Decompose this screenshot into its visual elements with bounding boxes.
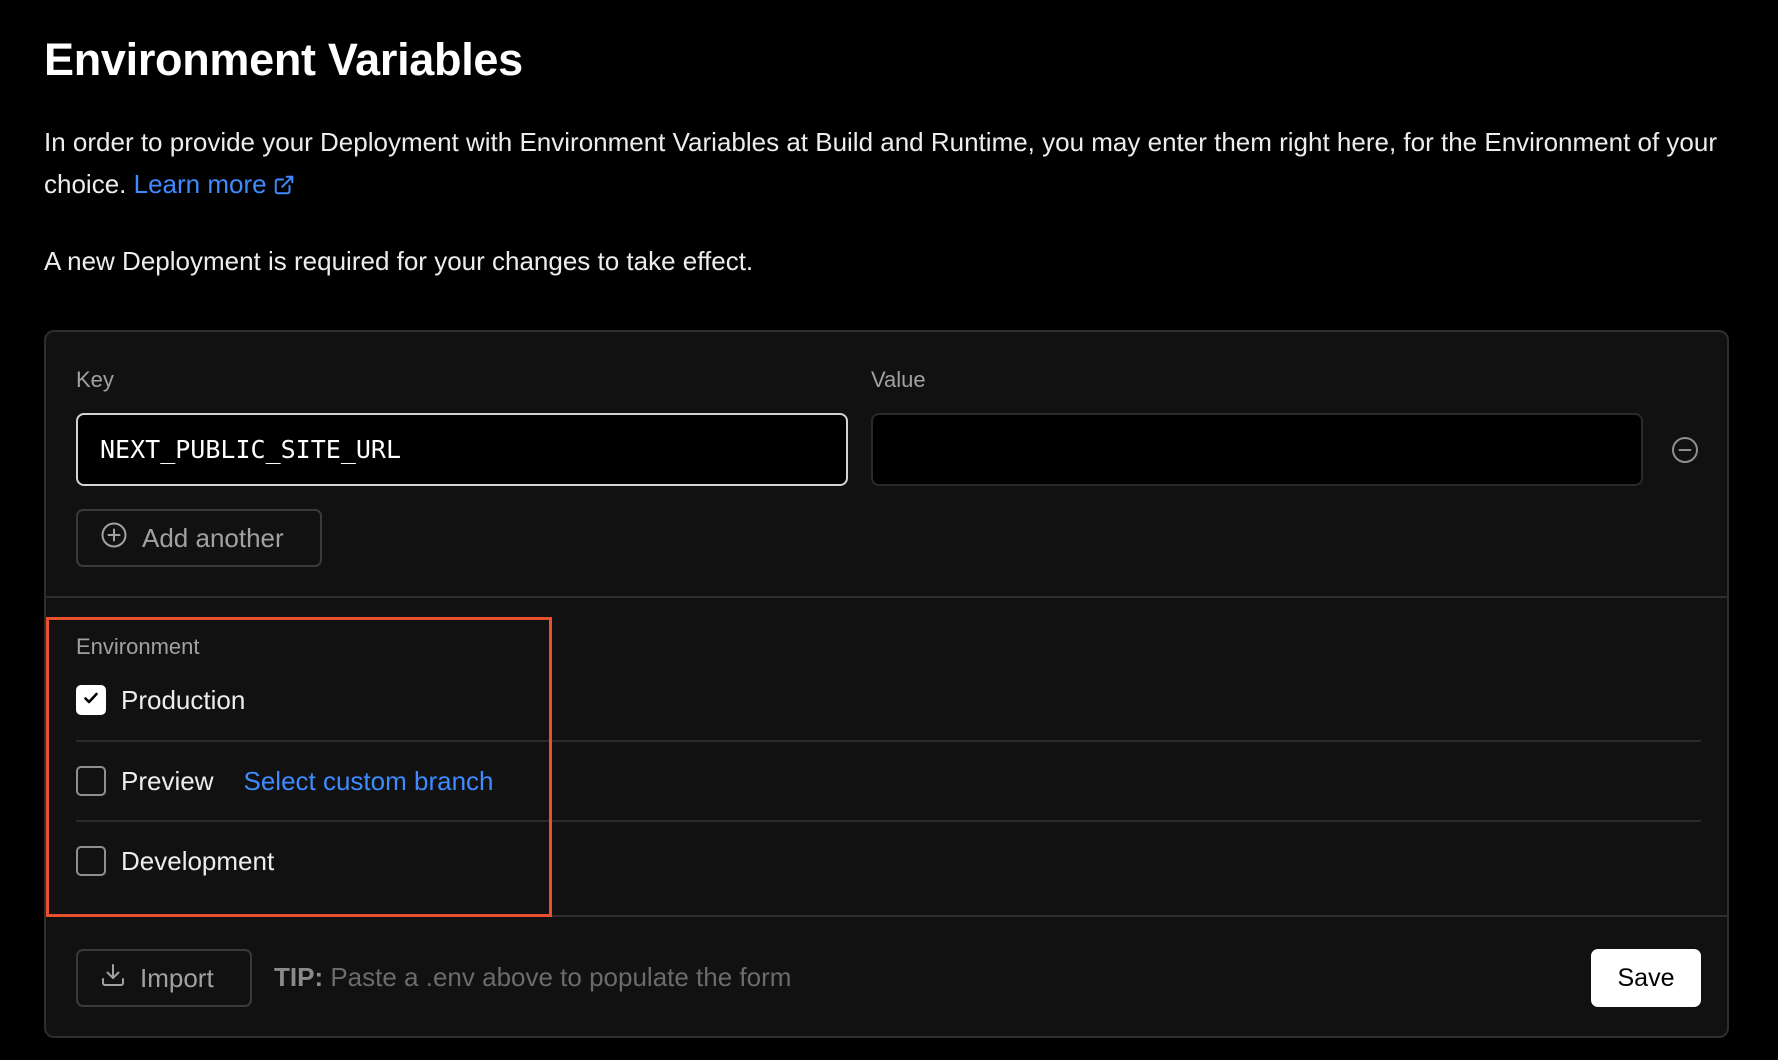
- learn-more-link[interactable]: Learn more: [134, 169, 295, 199]
- import-label: Import: [140, 962, 214, 993]
- tip-body: Paste a .env above to populate the form: [330, 962, 792, 992]
- production-label: Production: [121, 684, 246, 715]
- env-option-preview[interactable]: Preview Select custom branch: [76, 740, 1701, 820]
- learn-more-label: Learn more: [133, 169, 267, 199]
- tip-prefix: TIP:: [274, 962, 324, 992]
- env-option-development[interactable]: Development: [76, 820, 1701, 900]
- import-button[interactable]: Import: [76, 949, 252, 1007]
- preview-label: Preview: [121, 765, 214, 796]
- redeploy-note: A new Deployment is required for your ch…: [44, 246, 754, 276]
- plus-circle-icon: [100, 521, 128, 556]
- page-title: Environment Variables: [44, 34, 523, 85]
- page-description: In order to provide your Deployment with…: [44, 121, 1744, 208]
- environment-label: Environment: [76, 634, 200, 659]
- description-text: In order to provide your Deployment with…: [44, 127, 1718, 199]
- env-vars-page: Environment Variables In order to provid…: [0, 0, 1778, 1060]
- footer-divider: [46, 915, 1727, 917]
- key-input[interactable]: NEXT_PUBLIC_SITE_URL: [76, 413, 848, 486]
- production-checkbox[interactable]: [76, 685, 106, 715]
- env-var-form-card: Key Value NEXT_PUBLIC_SITE_URL Add anoth…: [44, 330, 1729, 1038]
- select-custom-branch-link[interactable]: Select custom branch: [243, 766, 493, 797]
- download-icon: [100, 962, 126, 995]
- add-another-button[interactable]: Add another: [76, 509, 322, 567]
- external-link-icon: [273, 166, 295, 208]
- development-checkbox[interactable]: [76, 846, 106, 876]
- section-divider: [46, 596, 1727, 598]
- minus-circle-icon: [1670, 437, 1700, 469]
- value-label: Value: [871, 367, 926, 392]
- key-label: Key: [76, 367, 114, 392]
- check-icon: [81, 688, 101, 713]
- add-another-label: Add another: [142, 522, 284, 553]
- development-label: Development: [121, 845, 275, 876]
- value-input[interactable]: [871, 413, 1643, 486]
- env-option-production[interactable]: Production: [76, 660, 1701, 740]
- tip-text: TIP: Paste a .env above to populate the …: [274, 962, 791, 993]
- preview-checkbox[interactable]: [76, 766, 106, 796]
- remove-row-button[interactable]: [1670, 435, 1700, 465]
- save-button[interactable]: Save: [1591, 949, 1701, 1007]
